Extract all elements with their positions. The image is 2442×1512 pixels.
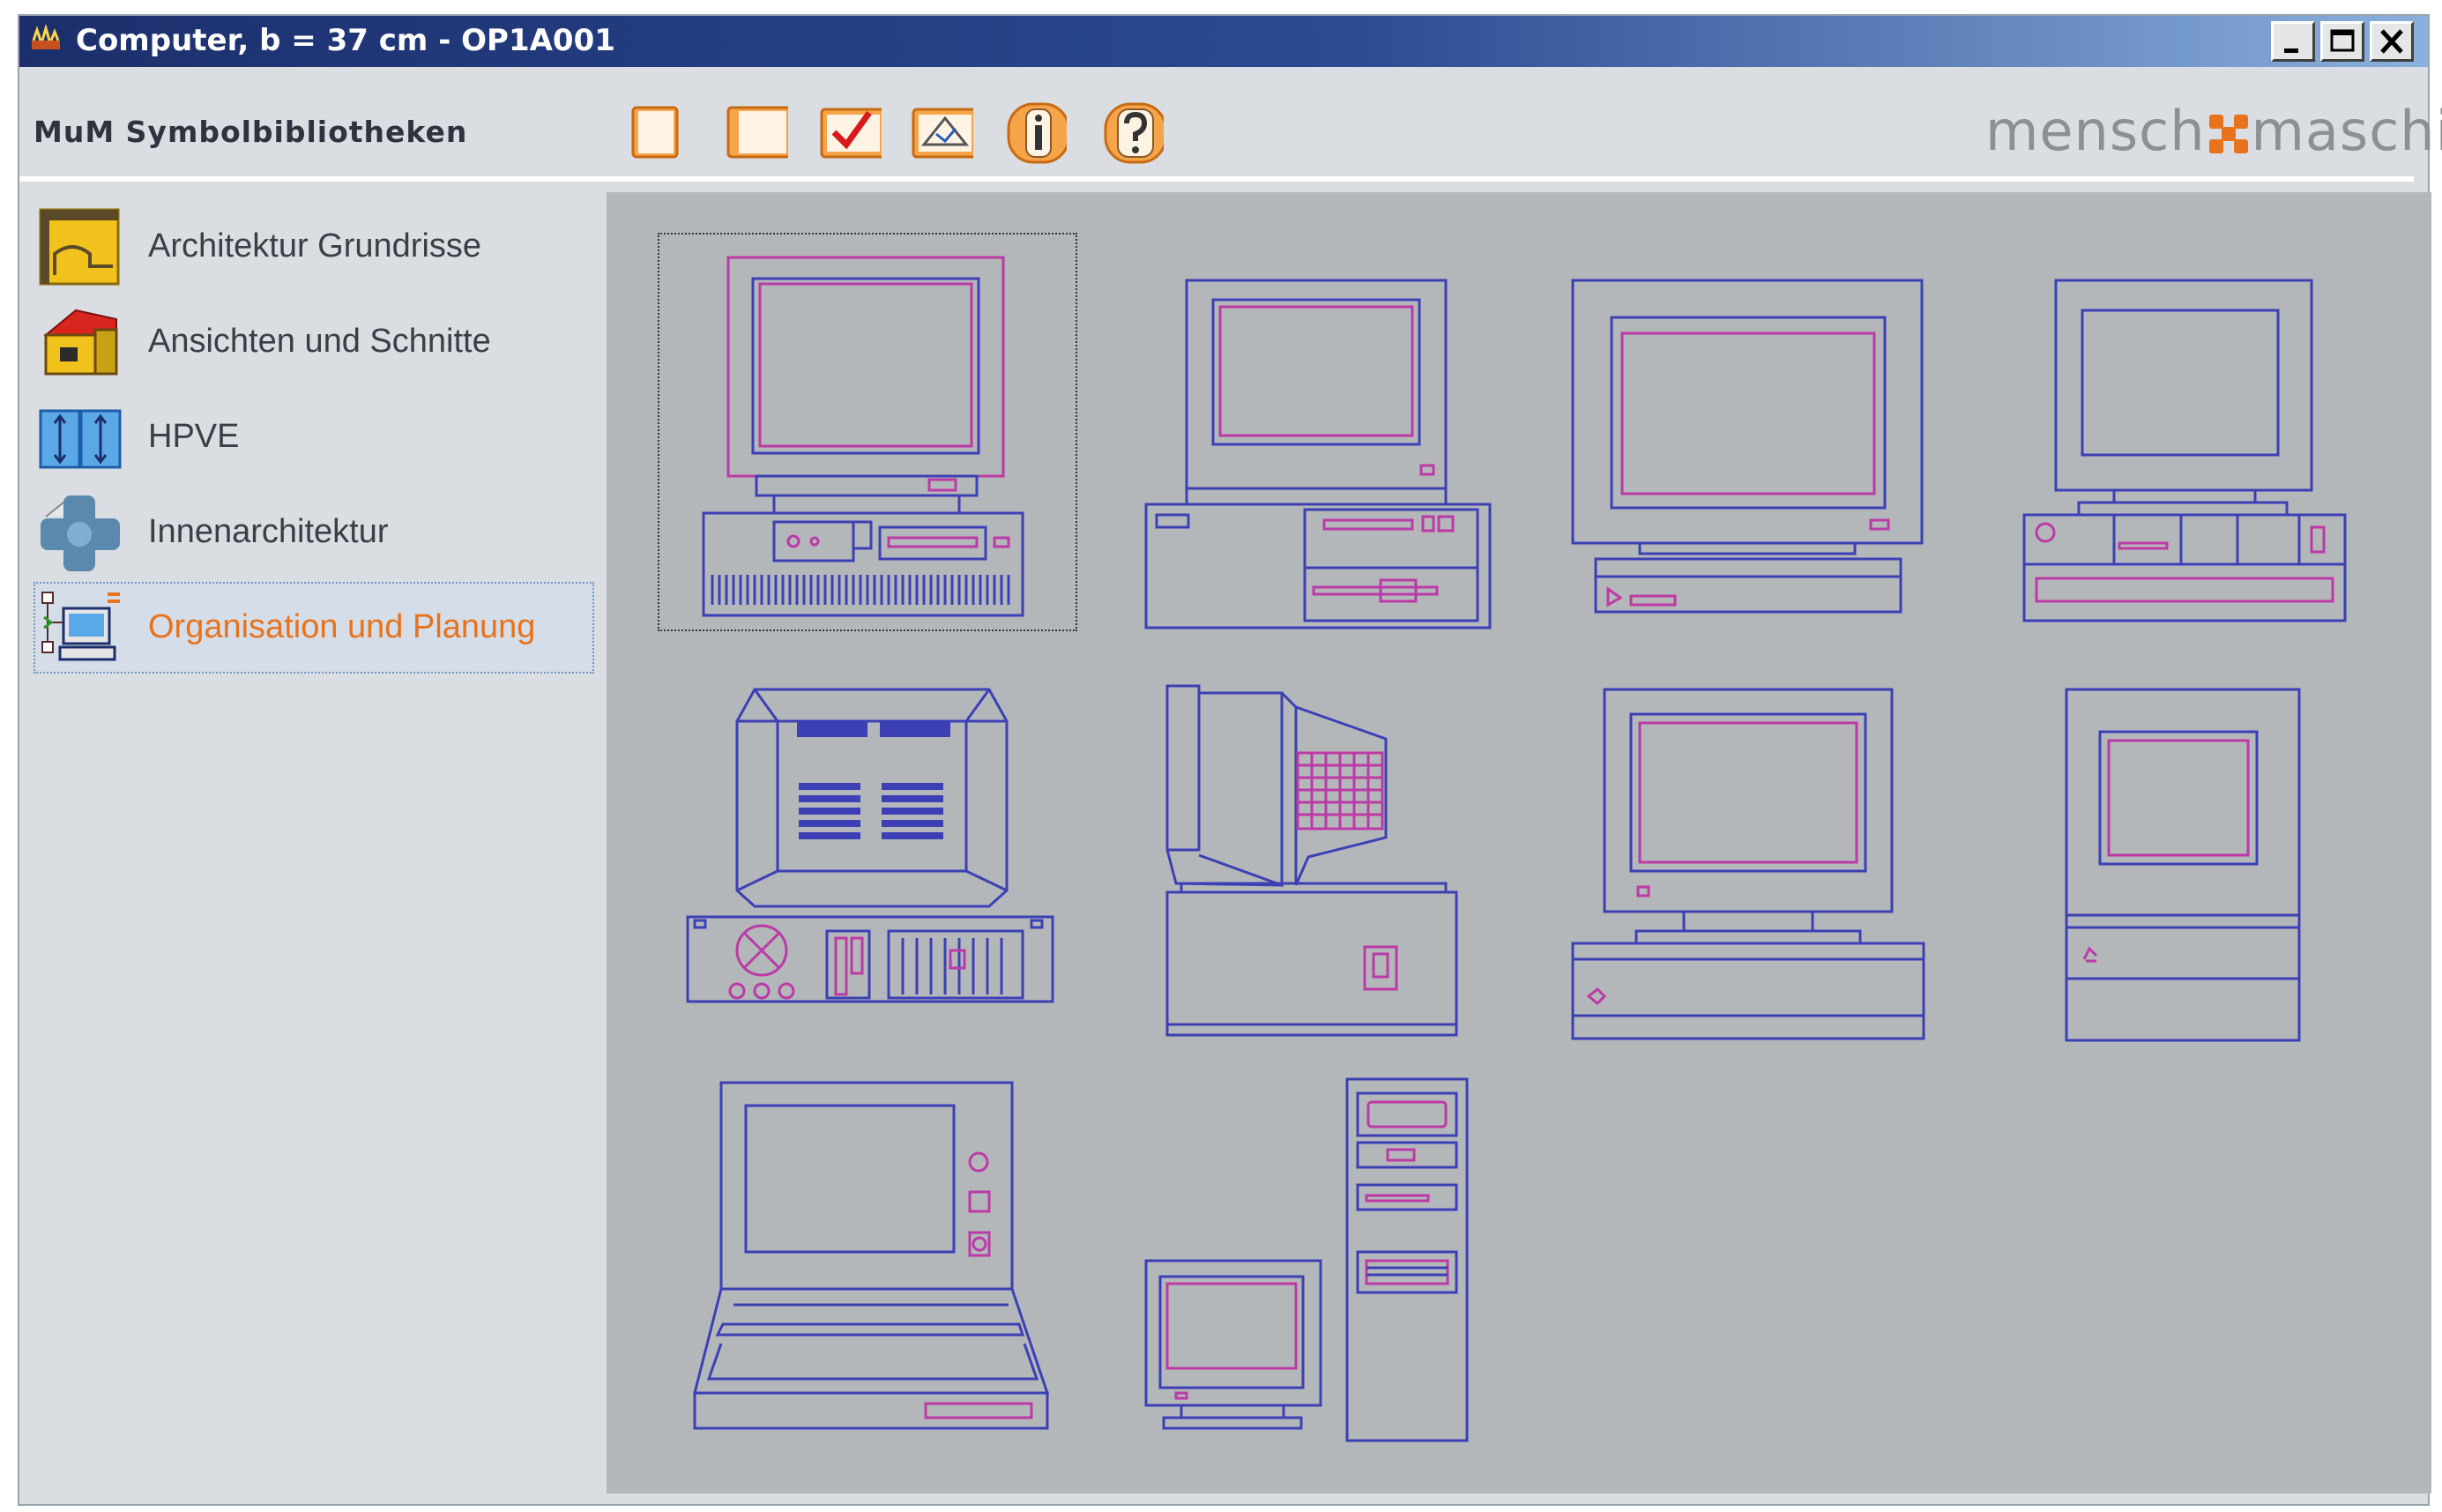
- checkmark-icon[interactable]: [811, 99, 882, 164]
- floor-plan-icon: [39, 208, 120, 286]
- help-icon[interactable]: [1097, 99, 1164, 164]
- maximize-button[interactable]: [2320, 21, 2364, 62]
- hpve-icon: [39, 409, 122, 469]
- open-page-icon[interactable]: [718, 99, 788, 164]
- laptop-symbol[interactable]: [691, 1079, 1051, 1434]
- window-title: Computer, b = 37 cm - OP1A001: [76, 23, 615, 58]
- sidebar-item-label: Architektur Grundrisse: [148, 227, 482, 264]
- computer-symbol-3[interactable]: [1569, 277, 1925, 629]
- computer-symbol-1[interactable]: [702, 254, 1030, 617]
- sidebar-item-innenarchitektur[interactable]: Innenarchitektur: [34, 487, 594, 578]
- computer-symbol-5[interactable]: [684, 686, 1054, 1003]
- maximize-icon: [2330, 29, 2355, 52]
- brand-right: maschine: [2251, 99, 2442, 163]
- house-icon: [43, 309, 118, 376]
- computer-symbol-6[interactable]: [1150, 682, 1458, 1039]
- brand-left: mensch: [1985, 99, 2206, 163]
- close-icon: [2380, 29, 2403, 54]
- brand-logo: mensch maschine: [1985, 101, 2442, 162]
- computer-symbol-4[interactable]: [2017, 277, 2347, 629]
- close-button[interactable]: [2370, 21, 2414, 62]
- insert-symbol-icon[interactable]: [903, 99, 973, 164]
- library-sidebar: Architektur Grundrisse Ansichten und Sch…: [19, 192, 601, 1497]
- sidebar-item-label: Innenarchitektur: [148, 513, 389, 550]
- sidebar-item-organisation-und-planung[interactable]: Organisation und Planung: [34, 582, 594, 674]
- symbol-grid: [607, 192, 2431, 1493]
- library-label: MuM Symbolbibliotheken: [34, 115, 468, 149]
- minimize-button[interactable]: [2271, 21, 2315, 62]
- tower-computer-symbol[interactable]: [1141, 1076, 1472, 1444]
- interior-icon: [41, 495, 120, 571]
- sidebar-item-label: Organisation und Planung: [148, 608, 536, 645]
- title-bar[interactable]: Computer, b = 37 cm - OP1A001: [19, 16, 2428, 67]
- sidebar-item-hpve[interactable]: HPVE: [34, 391, 594, 483]
- app-icon: [32, 25, 60, 49]
- new-page-icon[interactable]: [628, 99, 684, 164]
- sidebar-item-architektur-grundrisse[interactable]: Architektur Grundrisse: [34, 201, 594, 293]
- computer-symbol-2[interactable]: [1143, 277, 1492, 629]
- info-icon[interactable]: [1000, 99, 1067, 164]
- computer-network-icon: [41, 592, 120, 661]
- sidebar-item-label: Ansichten und Schnitte: [148, 323, 491, 360]
- sidebar-item-label: HPVE: [148, 418, 240, 455]
- computer-symbol-8[interactable]: [2063, 686, 2301, 1042]
- sidebar-item-ansichten-und-schnitte[interactable]: Ansichten und Schnitte: [34, 296, 594, 388]
- app-window: Computer, b = 37 cm - OP1A001 MuM Symbol…: [18, 14, 2442, 1506]
- minimize-icon: [2284, 48, 2298, 53]
- computer-symbol-7[interactable]: [1569, 686, 1925, 1042]
- brand-x-icon: [2208, 115, 2248, 153]
- header-divider: [19, 176, 2414, 182]
